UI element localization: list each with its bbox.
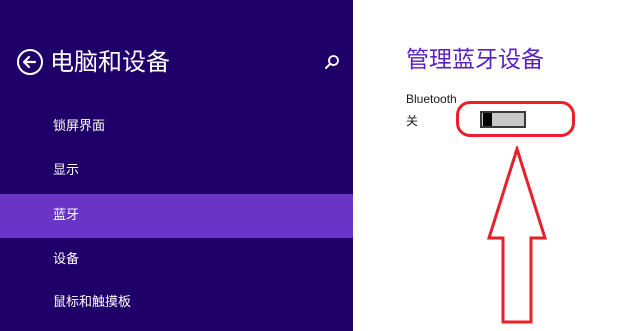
highlight-annotation — [456, 101, 575, 137]
sidebar-item-label: 鼠标和触摸板 — [53, 295, 132, 310]
page-title: 管理蓝牙设备 — [406, 47, 544, 73]
sidebar-item-devices[interactable]: 设备 — [0, 238, 353, 282]
sidebar-item-label: 设备 — [53, 252, 80, 267]
sidebar-item-label: 锁屏界面 — [53, 119, 106, 134]
sidebar-item-display[interactable]: 显示 — [0, 149, 353, 193]
sidebar-item-label: 显示 — [53, 163, 80, 178]
bluetooth-state-text: 关 — [406, 114, 419, 128]
back-arrow-icon[interactable] — [16, 48, 44, 76]
main-content: 管理蓝牙设备 Bluetooth 关 — [353, 0, 620, 331]
sidebar-item-mouse-touchpad[interactable]: 鼠标和触摸板 — [0, 281, 353, 325]
sidebar: 电脑和设备 锁屏界面 显示 蓝牙 设备 鼠标和触摸板 — [0, 0, 353, 331]
sidebar-item-bluetooth[interactable]: 蓝牙 — [0, 194, 353, 238]
up-arrow-annotation — [486, 146, 548, 324]
sidebar-header: 电脑和设备 — [16, 44, 341, 80]
sidebar-item-label: 蓝牙 — [53, 208, 80, 223]
sidebar-title: 电脑和设备 — [50, 48, 170, 76]
sidebar-item-lock-screen[interactable]: 锁屏界面 — [0, 105, 353, 149]
bluetooth-label: Bluetooth — [406, 92, 457, 106]
search-icon[interactable] — [323, 53, 341, 71]
